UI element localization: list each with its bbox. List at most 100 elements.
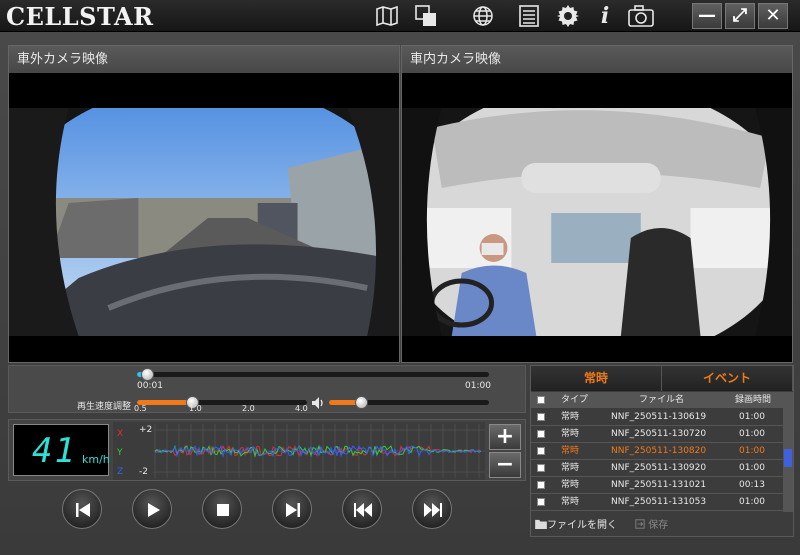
rear-camera-title: 車内カメラ映像 (402, 46, 792, 73)
scroll-thumb[interactable] (784, 449, 792, 467)
volume-handle[interactable] (355, 396, 368, 409)
row-duration: 01:00 (739, 429, 765, 439)
close-button[interactable]: ✕ (758, 3, 788, 29)
speed-tick: 1.0 (189, 404, 202, 413)
folder-icon (535, 519, 547, 529)
speedometer: 41 km/h (13, 424, 110, 476)
file-row[interactable]: 常時 NNF_250511-130720 01:00 (531, 426, 783, 443)
file-actions: ファイルを開く 保存 (531, 516, 793, 536)
row-type: 常時 (561, 412, 580, 422)
skip-back-button[interactable] (62, 489, 102, 529)
playback-speed-label: 再生速度調整 (77, 402, 132, 412)
zoom-in-button[interactable]: + (489, 424, 521, 450)
row-duration: 01:00 (739, 446, 765, 456)
row-filename: NNF_250511-131053 (611, 497, 707, 507)
speed-tick: 2.0 (242, 404, 255, 413)
row-checkbox[interactable] (537, 447, 545, 455)
skip-back-icon (76, 503, 90, 517)
maximize-button[interactable]: ⤢ (725, 3, 755, 29)
file-tabs: 常時 イベント (531, 366, 793, 391)
file-row[interactable]: 常時 NNF_250511-130920 01:00 (531, 460, 783, 477)
play-button[interactable] (132, 489, 172, 529)
playback-controls: 00:01 01:00 再生速度調整 0.5 1.0 2.0 4.0 (8, 365, 526, 413)
g-axis-z-label: Z (117, 467, 123, 477)
row-checkbox[interactable] (537, 481, 545, 489)
row-checkbox[interactable] (537, 413, 545, 421)
play-icon (148, 503, 160, 517)
row-filename: NNF_250511-130820 (611, 446, 707, 456)
skip-forward-icon (286, 503, 300, 517)
row-type: 常時 (561, 463, 580, 473)
minimize-button[interactable]: — (692, 3, 722, 29)
stop-icon (217, 504, 229, 516)
speed-value: 41 (32, 431, 77, 471)
row-duration: 00:13 (739, 480, 765, 490)
column-duration[interactable]: 録画時間 (735, 392, 771, 408)
transport-controls (8, 483, 526, 533)
select-all-checkbox[interactable] (537, 396, 545, 404)
row-type: 常時 (561, 480, 580, 490)
row-filename: NNF_250511-130619 (611, 412, 707, 422)
stop-button[interactable] (202, 489, 242, 529)
volume-slider[interactable] (329, 400, 489, 405)
file-row[interactable]: 常時 NNF_250511-131053 01:00 (531, 494, 783, 511)
volume-icon[interactable] (311, 395, 325, 409)
zoom-out-button[interactable]: − (489, 452, 521, 478)
row-type: 常時 (561, 446, 580, 456)
total-time: 01:00 (465, 381, 491, 391)
rewind-icon (354, 503, 372, 517)
seek-bar[interactable] (137, 372, 489, 377)
gear-icon[interactable] (555, 4, 581, 28)
seek-handle[interactable] (141, 368, 155, 381)
title-bar: CELLSTAR i — ⤢ ✕ (0, 0, 800, 32)
row-duration: 01:00 (739, 497, 765, 507)
row-duration: 01:00 (739, 412, 765, 422)
g-axis-y-label: Y (116, 448, 123, 458)
playback-speed-slider[interactable] (137, 400, 307, 405)
save-icon (635, 519, 645, 529)
speed-tick: 4.0 (295, 404, 308, 413)
speed-unit: km/h (82, 453, 110, 466)
file-row[interactable]: 常時 NNF_250511-130820 01:00 (531, 443, 783, 460)
row-checkbox[interactable] (537, 498, 545, 506)
fast-forward-button[interactable] (412, 489, 452, 529)
file-row[interactable]: 常時 NNF_250511-130619 01:00 (531, 409, 783, 426)
row-type: 常時 (561, 497, 580, 507)
camera-icon[interactable] (626, 4, 656, 28)
row-filename: NNF_250511-130720 (611, 429, 707, 439)
sensor-panel: 41 km/h X Y Z +2 -2 + − (8, 419, 526, 481)
rewind-button[interactable] (342, 489, 382, 529)
info-icon[interactable]: i (592, 4, 618, 28)
save-button[interactable]: 保存 (635, 516, 668, 536)
g-min-label: -2 (139, 467, 148, 477)
skip-forward-button[interactable] (272, 489, 312, 529)
open-file-label: ファイルを開く (547, 520, 617, 531)
row-type: 常時 (561, 429, 580, 439)
speed-tick: 0.5 (134, 404, 147, 413)
tab-event[interactable]: イベント (662, 366, 793, 391)
front-camera-title: 車外カメラ映像 (9, 46, 399, 73)
file-row[interactable]: 常時 NNF_250511-131021 00:13 (531, 477, 783, 494)
front-camera-video[interactable] (9, 108, 399, 336)
window-icon[interactable] (413, 4, 439, 28)
cellstar-logo: CELLSTAR (6, 2, 154, 31)
rear-camera-video[interactable] (402, 108, 792, 336)
open-file-button[interactable]: ファイルを開く (535, 516, 617, 536)
save-label: 保存 (648, 520, 669, 531)
g-max-label: +2 (139, 425, 152, 435)
map-icon[interactable] (374, 4, 400, 28)
file-list-scrollbar[interactable] (783, 392, 793, 512)
row-duration: 01:00 (739, 463, 765, 473)
current-time: 00:01 (137, 381, 163, 391)
row-filename: NNF_250511-131021 (611, 480, 707, 490)
tab-normal[interactable]: 常時 (531, 366, 662, 391)
column-filename[interactable]: ファイル名 (639, 392, 684, 408)
column-type[interactable]: タイプ (561, 392, 588, 408)
row-checkbox[interactable] (537, 464, 545, 472)
file-list-panel: 常時 イベント タイプ ファイル名 録画時間 常時 NNF_250511-1306… (530, 365, 794, 537)
list-icon[interactable] (516, 4, 542, 28)
globe-icon[interactable] (470, 4, 496, 28)
front-camera-panel: 車外カメラ映像 (8, 45, 400, 363)
row-checkbox[interactable] (537, 430, 545, 438)
row-filename: NNF_250511-130920 (611, 463, 707, 473)
